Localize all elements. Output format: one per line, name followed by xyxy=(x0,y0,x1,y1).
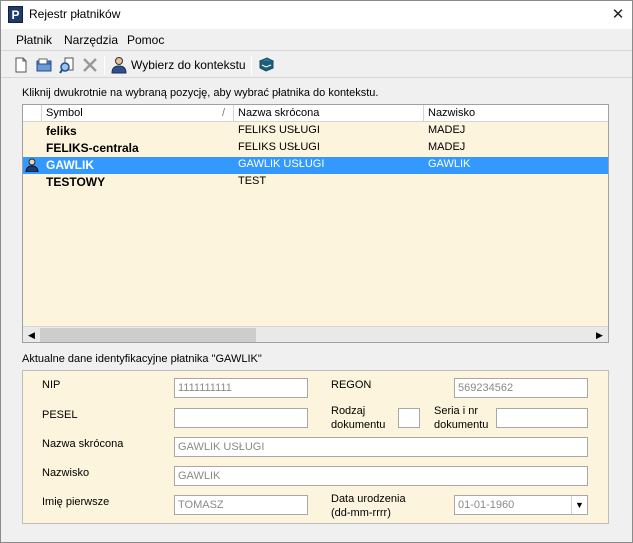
app-icon: P xyxy=(8,6,23,23)
cell-short-name: TEST xyxy=(238,175,267,187)
horizontal-scrollbar[interactable]: ◀ ▶ xyxy=(23,326,608,342)
details-title: Aktualne dane identyfikacyjne płatnika "… xyxy=(22,353,262,365)
doc-type-field[interactable] xyxy=(398,408,420,428)
birth-date-format-label: (dd-mm-rrrr) xyxy=(331,507,391,519)
scroll-right-icon[interactable]: ▶ xyxy=(591,327,608,342)
user-context-icon[interactable] xyxy=(110,56,128,74)
sort-indicator: / xyxy=(221,107,225,119)
column-label: Nazwa skrócona xyxy=(238,107,320,119)
table-row[interactable]: feliks FELIKS USŁUGI MADEJ xyxy=(23,123,608,140)
cell-symbol: GAWLIK xyxy=(46,158,94,172)
open-folder-icon[interactable] xyxy=(35,56,53,74)
title-bar: P Rejestr płatników ✕ xyxy=(1,1,632,29)
window-title: Rejestr płatników xyxy=(29,7,121,21)
cell-surname: GAWLIK xyxy=(428,158,471,170)
column-header-short-name[interactable]: Nazwa skrócona xyxy=(234,105,424,122)
chevron-down-icon[interactable]: ▼ xyxy=(571,496,587,514)
first-name-field[interactable]: TOMASZ xyxy=(174,495,308,515)
doc-series-label: Seria i nr xyxy=(434,405,479,417)
column-header-surname[interactable]: Nazwisko xyxy=(424,105,608,122)
cell-surname xyxy=(424,174,432,191)
scroll-left-icon[interactable]: ◀ xyxy=(23,327,40,342)
cell-surname: MADEJ xyxy=(428,141,466,153)
pesel-label: PESEL xyxy=(42,409,78,421)
birth-date-value: 01-01-1960 xyxy=(458,499,515,511)
doc-series-field[interactable] xyxy=(496,408,588,428)
nip-label: NIP xyxy=(42,379,61,391)
column-label: Symbol xyxy=(46,107,83,119)
cell-symbol: feliks xyxy=(46,124,77,138)
new-document-icon[interactable] xyxy=(12,56,30,74)
surname-field[interactable]: GAWLIK xyxy=(174,466,588,486)
cell-symbol: TESTOWY xyxy=(46,175,106,189)
payers-grid: Symbol / Nazwa skrócona Nazwisko feliks … xyxy=(22,104,609,343)
column-label: Nazwisko xyxy=(428,107,476,119)
menu-pomoc[interactable]: Pomoc xyxy=(127,33,164,47)
header-indicator xyxy=(23,105,42,122)
first-name-label: Imię pierwsze xyxy=(42,496,110,508)
menu-platnik[interactable]: Płatnik xyxy=(16,33,52,47)
cell-short-name: FELIKS USŁUGI xyxy=(238,141,320,153)
cell-short-name: FELIKS USŁUGI xyxy=(238,124,320,136)
birth-date-picker[interactable]: 01-01-1960 ▼ xyxy=(454,495,588,515)
toolbar: Wybierz do kontekstu xyxy=(1,52,632,78)
toolbar-separator xyxy=(104,56,105,75)
column-header-symbol[interactable]: Symbol / xyxy=(42,105,234,122)
pesel-field[interactable] xyxy=(174,408,308,428)
table-row-selected[interactable]: GAWLIK GAWLIK USŁUGI GAWLIK xyxy=(23,157,608,174)
scroll-thumb[interactable] xyxy=(40,328,256,342)
table-row[interactable]: TESTOWY TEST xyxy=(23,174,608,191)
cell-surname: MADEJ xyxy=(428,124,466,136)
surname-label: Nazwisko xyxy=(42,467,90,479)
short-name-field[interactable]: GAWLIK USŁUGI xyxy=(174,437,588,457)
doc-type-label-2: dokumentu xyxy=(331,419,386,431)
regon-field[interactable]: 569234562 xyxy=(454,378,588,398)
toolbar-separator xyxy=(251,56,252,75)
nip-field[interactable]: 1111111111 xyxy=(174,378,308,398)
hint-text: Kliknij dwukrotnie na wybraną pozycję, a… xyxy=(22,87,379,99)
select-context-button[interactable]: Wybierz do kontekstu xyxy=(131,58,246,72)
current-user-icon xyxy=(25,158,39,173)
details-panel: NIP 1111111111 REGON 569234562 PESEL Rod… xyxy=(22,370,609,524)
cell-short-name: GAWLIK USŁUGI xyxy=(238,158,325,170)
delete-icon[interactable] xyxy=(81,56,99,74)
cell-symbol: FELIKS-centrala xyxy=(46,141,139,155)
doc-type-label: Rodzaj xyxy=(331,405,366,417)
book-icon[interactable] xyxy=(257,56,275,74)
short-name-label: Nazwa skrócona xyxy=(42,438,124,450)
grid-header: Symbol / Nazwa skrócona Nazwisko xyxy=(23,105,608,122)
menu-narzedzia[interactable]: Narzędzia xyxy=(64,33,118,47)
table-row[interactable]: FELIKS-centrala FELIKS USŁUGI MADEJ xyxy=(23,140,608,157)
app-window: P Rejestr płatników ✕ Płatnik Narzędzia … xyxy=(0,0,633,543)
birth-date-label: Data urodzenia xyxy=(331,493,406,505)
close-button[interactable]: ✕ xyxy=(604,1,632,29)
menu-bar: Płatnik Narzędzia Pomoc xyxy=(1,30,632,51)
find-icon[interactable] xyxy=(58,56,76,74)
doc-series-label-2: dokumentu xyxy=(434,419,489,431)
regon-label: REGON xyxy=(331,379,372,391)
